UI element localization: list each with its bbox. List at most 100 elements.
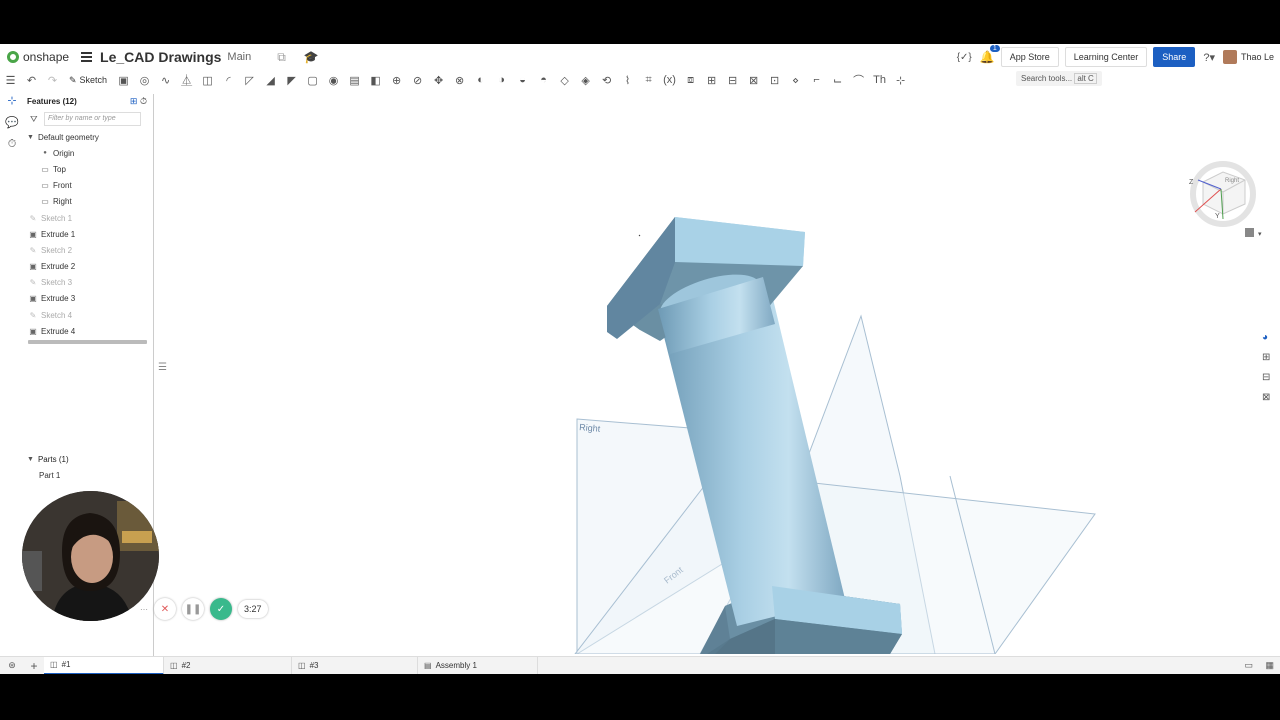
document-title[interactable]: Le_CAD Drawings — [100, 49, 221, 65]
replace-face-icon[interactable]: ◒ — [512, 74, 533, 86]
joint-icon[interactable]: ⌙ — [827, 74, 848, 87]
configurations-panel-icon[interactable]: ⊞ — [1262, 352, 1270, 372]
sketch-button[interactable]: ✎ Sketch — [69, 75, 107, 86]
feature-label: Extrude 4 — [41, 326, 76, 336]
part-3d-render[interactable]: Right Front Right Z Y ▾ — [155, 94, 1280, 670]
add-custom-feature-icon[interactable]: ⊹ — [890, 74, 911, 87]
transform-icon[interactable]: ✥ — [428, 74, 449, 87]
user-avatar[interactable] — [1222, 50, 1237, 64]
history-icon[interactable]: ⏱ — [0, 138, 24, 160]
corner-icon[interactable]: ⌐ — [806, 74, 827, 86]
feature-item-extrude-4[interactable]: ▣ Extrude 4 — [24, 323, 153, 339]
help-icon[interactable]: ?▾ — [1203, 51, 1215, 64]
rib-icon[interactable]: ◤ — [281, 74, 302, 87]
branch-label[interactable]: Main — [227, 51, 251, 63]
shell-icon[interactable]: ▢ — [302, 74, 323, 87]
tab-icon[interactable]: ⊠ — [743, 74, 764, 87]
offset-surface-icon[interactable]: ◓ — [533, 74, 554, 86]
draft-icon[interactable]: ◢ — [260, 74, 281, 87]
onshape-logo[interactable]: onshape — [7, 50, 69, 64]
thicken-icon[interactable]: ◫ — [197, 74, 218, 87]
tab-assembly-1[interactable]: ▤ Assembly 1 — [418, 656, 538, 674]
part-item[interactable]: Part 1 — [39, 471, 60, 480]
graphics-viewport[interactable]: Right Front Right Z Y ▾ — [155, 94, 1280, 670]
feature-item-origin[interactable]: ● Origin — [24, 145, 153, 161]
redo-icon[interactable]: ↷ — [42, 74, 63, 87]
feature-item-sketch-3[interactable]: ✎ Sketch 3 — [24, 275, 153, 291]
3d-fit-spline-icon[interactable]: ⌇ — [617, 74, 638, 87]
tab-manager-icon[interactable]: ⊛ — [0, 660, 24, 671]
boolean-icon[interactable]: ⊕ — [386, 74, 407, 87]
chamfer-icon[interactable]: ◸ — [239, 74, 260, 87]
tab-partstudio-2[interactable]: ◫ #2 — [164, 656, 292, 674]
rollback-icon[interactable]: ⏱ — [140, 96, 147, 106]
unfold-icon[interactable]: ⌒ — [848, 72, 869, 88]
feature-item-top[interactable]: ▭ Top — [24, 161, 153, 177]
default-geometry-node[interactable]: ▼ Default geometry — [24, 129, 153, 145]
more-icon[interactable]: ⋯ — [140, 605, 148, 614]
table-icon[interactable]: Th — [869, 74, 890, 86]
variable-icon[interactable]: (x) — [659, 74, 680, 86]
feature-item-sketch-4[interactable]: ✎ Sketch 4 — [24, 307, 153, 323]
user-name[interactable]: Thao Le — [1241, 52, 1274, 62]
variables-panel-icon[interactable]: ⊟ — [1262, 372, 1270, 392]
chevron-down-icon[interactable]: ▼ — [27, 134, 34, 141]
search-tools-input[interactable]: Search tools... alt C — [1016, 71, 1102, 86]
feature-tree-icon[interactable]: ⊹ — [0, 94, 24, 116]
chevron-down-icon[interactable]: ▼ — [27, 456, 34, 463]
form-icon[interactable]: ⋄ — [785, 74, 806, 87]
projected-curve-icon[interactable]: ⌗ — [638, 74, 659, 87]
linear-pattern-icon[interactable]: ▤ — [344, 74, 365, 87]
split-icon[interactable]: ⊘ — [407, 74, 428, 87]
share-button[interactable]: Share — [1153, 47, 1196, 67]
comments-icon[interactable]: 💬 — [0, 116, 24, 138]
feature-list-toggle-icon[interactable]: ☰ — [0, 74, 21, 87]
feature-rollback-bar[interactable] — [28, 340, 147, 344]
feature-item-sketch-2[interactable]: ✎ Sketch 2 — [24, 242, 153, 258]
custom-features-panel-icon[interactable]: ⊠ — [1262, 392, 1270, 412]
filter-input[interactable]: Filter by name or type — [44, 112, 141, 126]
fillet-icon[interactable]: ◜ — [218, 74, 239, 87]
mirror-icon[interactable]: ◧ — [365, 74, 386, 87]
feature-item-extrude-3[interactable]: ▣ Extrude 3 — [24, 291, 153, 307]
feature-item-extrude-2[interactable]: ▣ Extrude 2 — [24, 259, 153, 275]
parts-header[interactable]: ▼ Parts (1) — [27, 455, 69, 464]
flange-icon[interactable]: ⊟ — [722, 74, 743, 87]
frame-icon[interactable]: ⊞ — [701, 74, 722, 87]
view-options-icon[interactable]: ▾ — [1245, 228, 1262, 238]
modify-fillet-icon[interactable]: ◐ — [470, 74, 491, 86]
version-history-icon[interactable]: ⧉ — [277, 50, 286, 65]
move-face-icon[interactable]: ◑ — [491, 74, 512, 86]
plane-icon[interactable]: ◇ — [554, 74, 575, 87]
feature-item-right[interactable]: ▭ Right — [24, 194, 153, 210]
delete-part-icon[interactable]: ⊗ — [449, 74, 470, 87]
mate-connector-icon[interactable]: ◈ — [575, 74, 596, 87]
notifications-icon[interactable]: 🔔 1 — [980, 45, 1000, 64]
add-tab-icon[interactable]: + — [24, 659, 44, 673]
helix-icon[interactable]: ⟲ — [596, 74, 617, 87]
view-cube[interactable]: Right Z Y — [1189, 161, 1256, 227]
undo-icon[interactable]: ↶ — [21, 74, 42, 87]
appearance-panel-icon[interactable]: ◕ — [1262, 332, 1270, 352]
tab-partstudio-3[interactable]: ◫ #3 — [292, 656, 418, 674]
sheet-metal-icon[interactable]: ⧈ — [680, 74, 701, 87]
loft-icon[interactable]: ⏅ — [176, 72, 197, 88]
filter-icon[interactable]: ⛛ — [30, 114, 44, 125]
display-options-icon[interactable]: ▭ — [1244, 660, 1253, 670]
featurescript-icon[interactable]: {✓} — [957, 52, 972, 63]
hole-icon[interactable]: ◉ — [323, 74, 344, 87]
bend-icon[interactable]: ⊡ — [764, 74, 785, 87]
tab-partstudio-1[interactable]: ◫ #1 — [44, 656, 164, 674]
section-view-icon[interactable]: ▦ — [1265, 660, 1274, 670]
extrude-icon[interactable]: ▣ — [113, 74, 134, 87]
feature-item-sketch-1[interactable]: ✎ Sketch 1 — [24, 210, 153, 226]
app-store-button[interactable]: App Store — [1000, 47, 1059, 67]
feature-item-extrude-1[interactable]: ▣ Extrude 1 — [24, 226, 153, 242]
feature-item-front[interactable]: ▭ Front — [24, 178, 153, 194]
learning-center-button[interactable]: Learning Center — [1064, 47, 1148, 67]
revolve-icon[interactable]: ◎ — [134, 74, 155, 87]
menu-icon[interactable] — [81, 52, 93, 62]
graduation-cap-icon[interactable]: 🎓 — [304, 50, 319, 64]
sweep-icon[interactable]: ∿ — [155, 74, 176, 87]
add-feature-icon[interactable]: ⊞ — [130, 96, 138, 106]
